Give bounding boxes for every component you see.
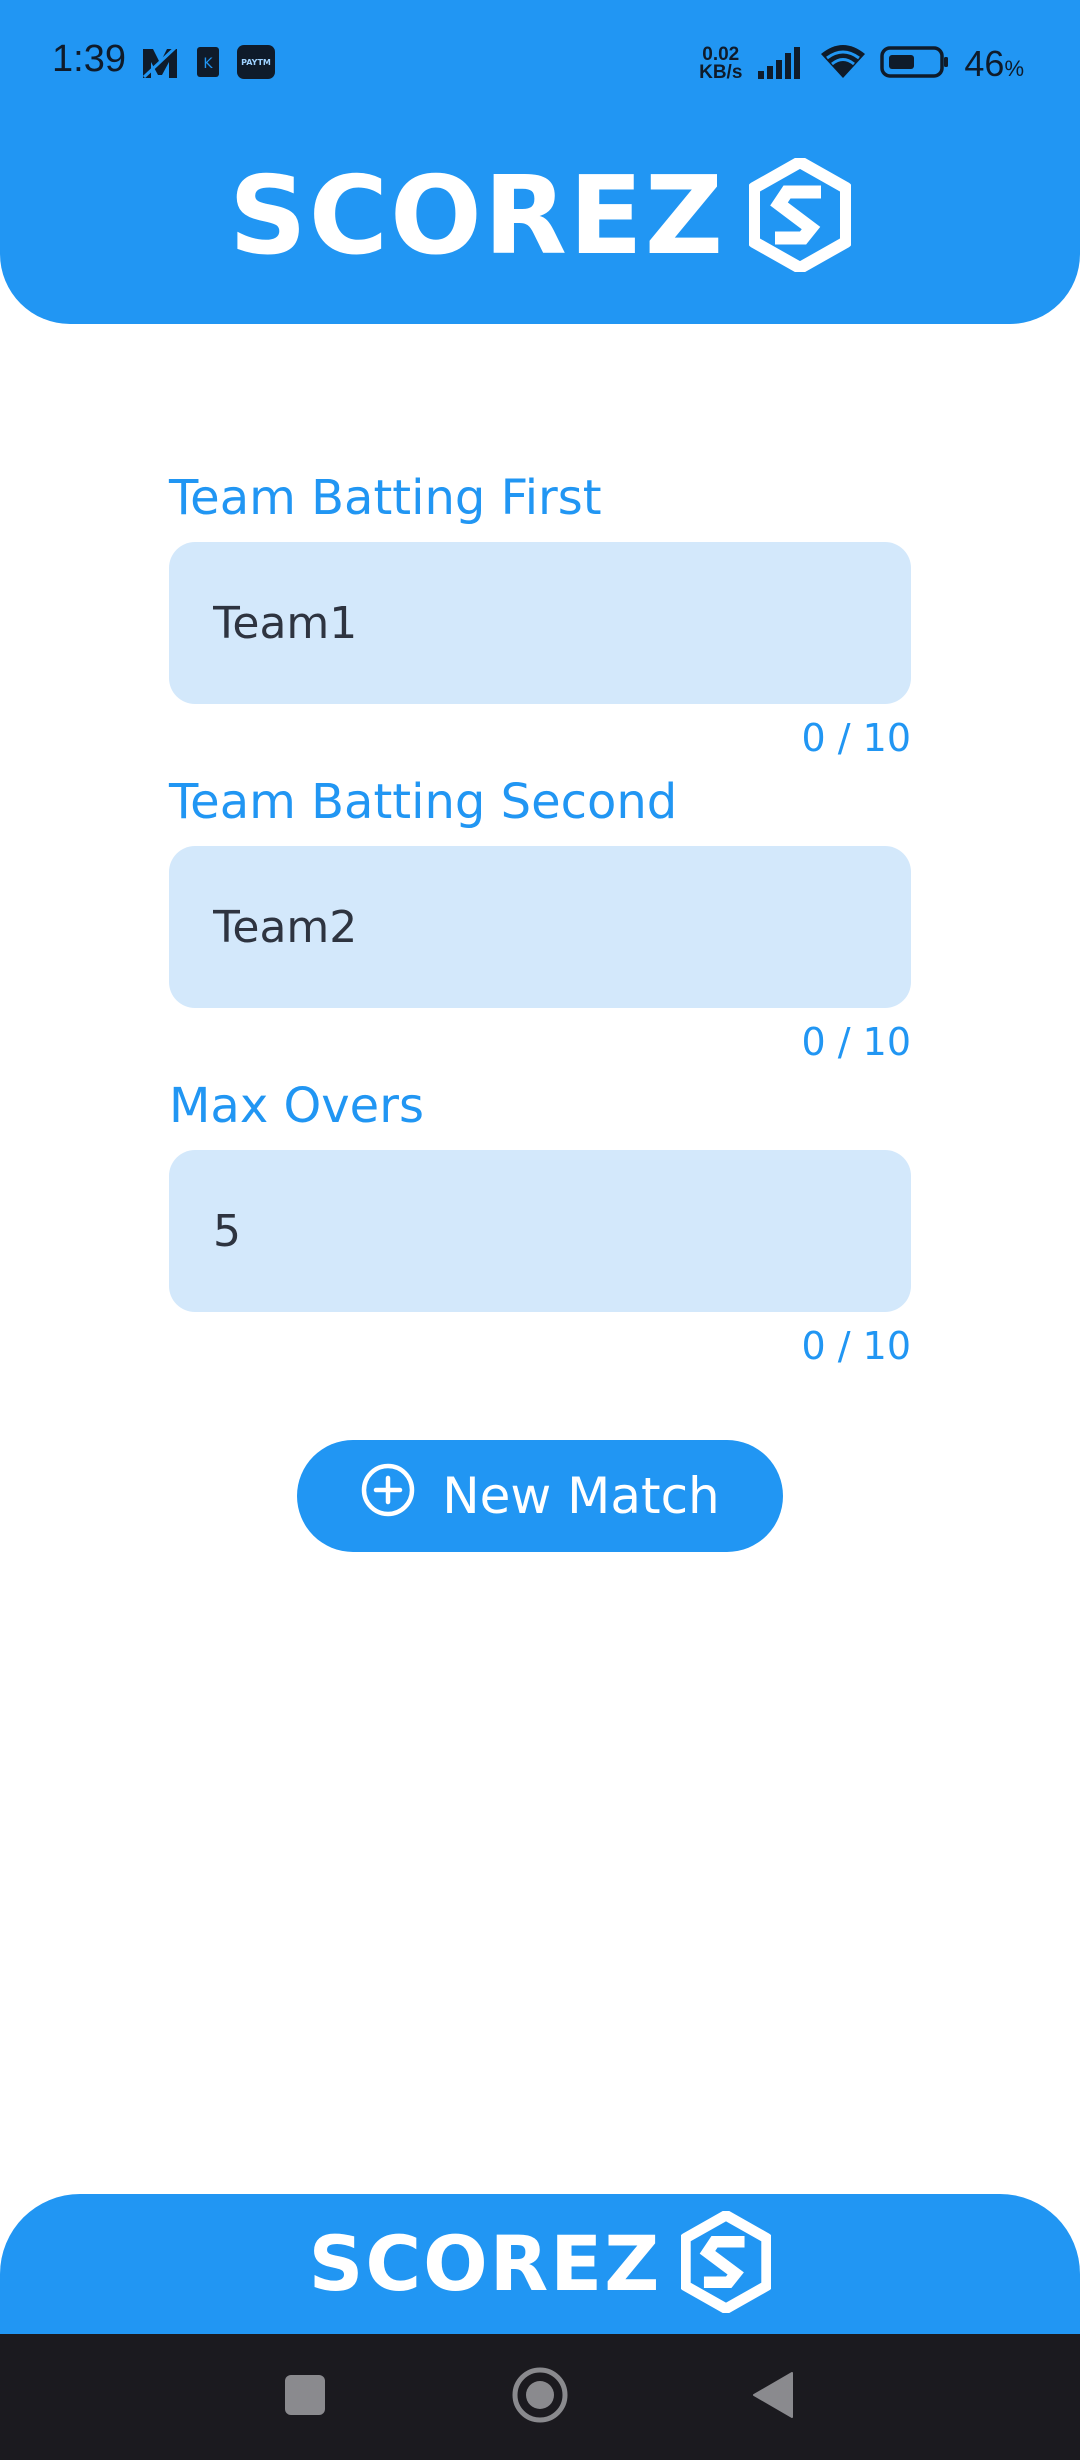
character-counter: 0 / 10 — [801, 1020, 912, 1064]
new-match-form: Team Batting First 0 / 10 Team Batting S… — [169, 462, 911, 1374]
paytm-icon: PAYTM — [236, 44, 276, 84]
team-batting-second-input[interactable] — [169, 846, 911, 1008]
k-app-icon: K — [196, 46, 220, 82]
header-brand: SCOREZ — [0, 154, 1080, 279]
battery-percent: 46% — [964, 43, 1024, 85]
net-speed: 0.02 KB/s — [699, 45, 743, 83]
recents-square-icon — [283, 2373, 327, 2421]
footer-brand-title: SCOREZ — [308, 2219, 662, 2308]
field-label: Max Overs — [169, 1078, 424, 1134]
battery-icon — [880, 45, 950, 83]
m-app-icon — [140, 43, 180, 85]
home-button[interactable] — [480, 2334, 600, 2460]
net-speed-unit: KB/s — [699, 62, 743, 83]
battery-percent-sign: % — [1004, 56, 1024, 81]
status-bar: 1:39 K PAYTM 0.02 KB/s 46% — [0, 0, 1080, 130]
max-overs-input[interactable] — [169, 1150, 911, 1312]
new-match-button[interactable]: New Match — [297, 1440, 783, 1552]
status-time: 1:39 — [52, 38, 126, 80]
signal-icon — [756, 45, 806, 83]
wifi-icon — [820, 44, 866, 84]
back-button[interactable] — [712, 2334, 832, 2460]
footer-banner: SCOREZ — [0, 2194, 1080, 2334]
svg-text:K: K — [203, 56, 213, 72]
system-nav-bar — [0, 2334, 1080, 2460]
team-batting-first-field: Team Batting First 0 / 10 — [169, 462, 911, 766]
character-counter: 0 / 10 — [801, 716, 912, 760]
app-header: 1:39 K PAYTM 0.02 KB/s 46% SCOREZ — [0, 0, 1080, 324]
plus-circle-icon — [360, 1462, 416, 1530]
scorez-logo-icon — [748, 156, 853, 276]
new-match-label: New Match — [442, 1467, 720, 1525]
svg-text:PAYTM: PAYTM — [241, 58, 271, 67]
notification-icons: K PAYTM — [140, 44, 276, 84]
brand-title: SCOREZ — [228, 154, 726, 279]
system-status-icons: 0.02 KB/s 46% — [699, 40, 1024, 88]
character-counter: 0 / 10 — [801, 1324, 912, 1368]
team-batting-first-input[interactable] — [169, 542, 911, 704]
field-label: Team Batting Second — [169, 774, 678, 830]
max-overs-field: Max Overs 0 / 10 — [169, 1070, 911, 1374]
scorez-logo-icon — [680, 2209, 773, 2317]
team-batting-second-field: Team Batting Second 0 / 10 — [169, 766, 911, 1070]
recents-button[interactable] — [245, 2334, 365, 2460]
battery-percent-value: 46 — [964, 43, 1005, 84]
home-circle-icon — [511, 2366, 569, 2428]
back-triangle-icon — [750, 2371, 794, 2423]
field-label: Team Batting First — [169, 470, 602, 526]
